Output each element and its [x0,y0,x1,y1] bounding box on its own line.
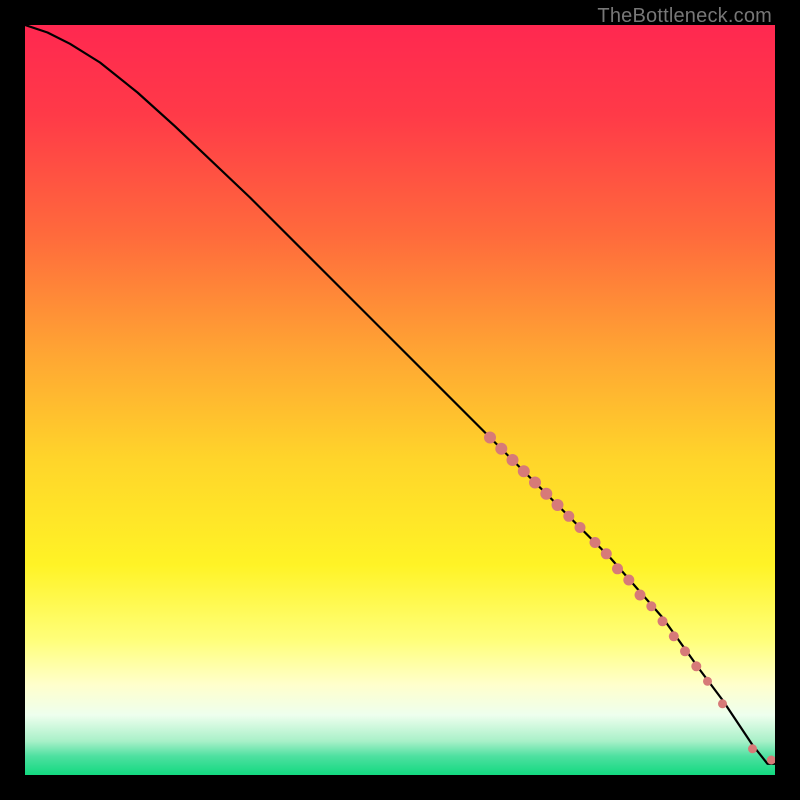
marker-dot [507,454,519,466]
marker-dot [623,575,634,586]
marker-dot [703,677,712,686]
marker-dot [484,432,496,444]
chart-svg [25,25,775,775]
marker-dot [601,548,612,559]
marker-dot [563,511,574,522]
chart-stage: TheBottleneck.com [0,0,800,800]
marker-dot [748,744,757,753]
marker-dot [612,563,623,574]
marker-dot [495,443,507,455]
marker-dot [680,646,690,656]
marker-dot [529,477,541,489]
marker-dot [635,590,646,601]
marker-dot [646,601,656,611]
marker-dot [575,522,586,533]
chart-plot-area [25,25,775,775]
marker-dot [718,699,727,708]
chart-background [25,25,775,775]
marker-dot [691,661,701,671]
marker-dot [669,631,679,641]
marker-dot [590,537,601,548]
marker-dot [552,499,564,511]
marker-dot [518,465,530,477]
marker-dot [540,488,552,500]
marker-dot [658,616,668,626]
